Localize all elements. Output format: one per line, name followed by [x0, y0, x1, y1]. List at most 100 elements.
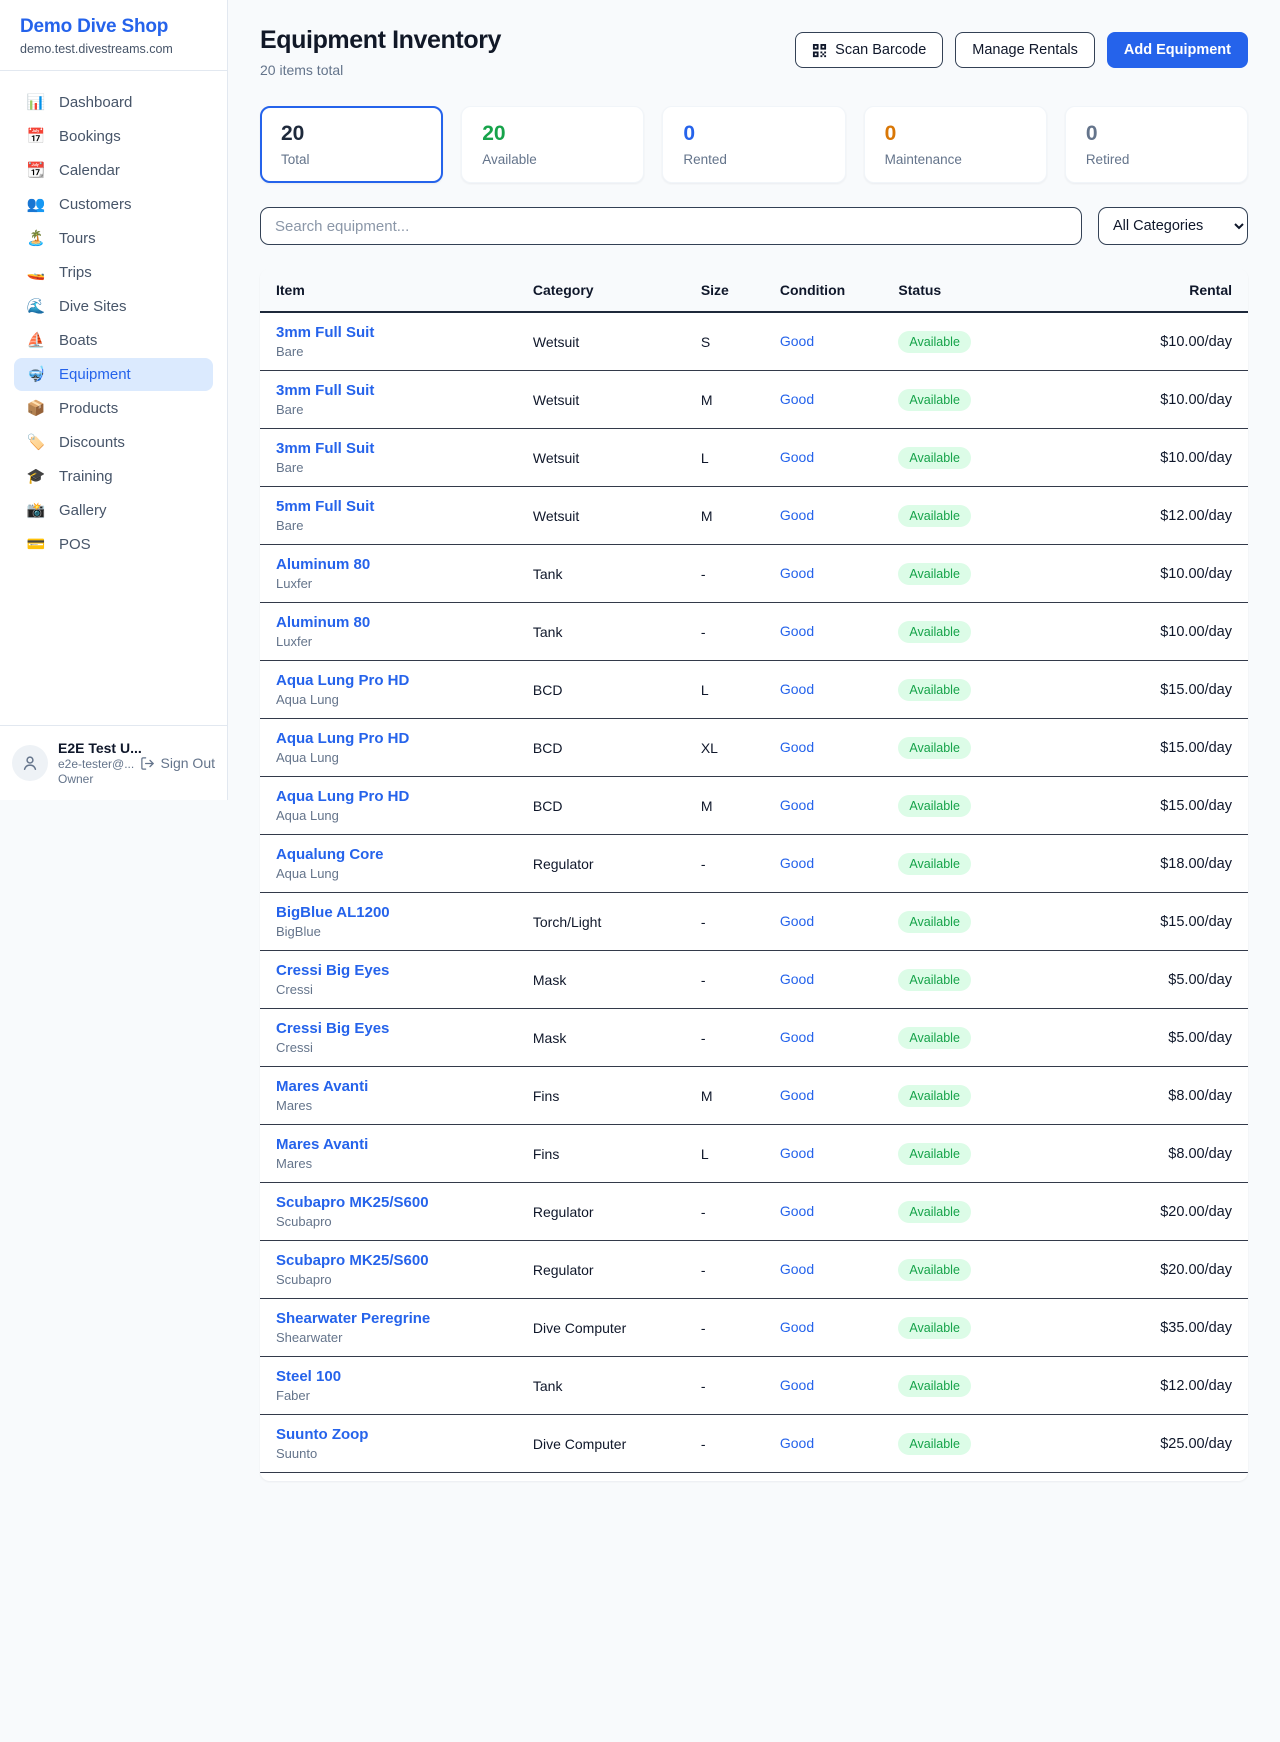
- equipment-item-link[interactable]: 5mm Full Suit: [276, 498, 501, 515]
- equipment-category: Mask: [517, 951, 685, 1009]
- equipment-item-link[interactable]: Aqua Lung Pro HD: [276, 788, 501, 805]
- items-total-count: 20 items total: [260, 62, 501, 78]
- equipment-item-link[interactable]: Scubapro MK25/S600: [276, 1194, 501, 1211]
- column-header-category: Category: [517, 269, 685, 312]
- dive-sites-icon: 🌊: [26, 299, 46, 314]
- equipment-condition-link[interactable]: Good: [780, 797, 814, 813]
- equipment-item-link[interactable]: Cressi Big Eyes: [276, 1020, 501, 1037]
- equipment-item-link[interactable]: Aqua Lung Pro HD: [276, 672, 501, 689]
- equipment-condition-link[interactable]: Good: [780, 1087, 814, 1103]
- equipment-row: 3mm Full Suit Bare Wetsuit S Good Availa…: [260, 312, 1248, 371]
- equipment-rental-rate: $15.00/day: [1080, 661, 1248, 719]
- equipment-item-link[interactable]: Steel 100: [276, 1368, 501, 1385]
- equipment-item-link[interactable]: 3mm Full Suit: [276, 382, 501, 399]
- equipment-item-link[interactable]: Mares Avanti: [276, 1078, 501, 1095]
- stat-card[interactable]: 0 Maintenance: [864, 106, 1047, 183]
- trips-icon: 🚤: [26, 265, 46, 280]
- stat-card[interactable]: 0 Retired: [1065, 106, 1248, 183]
- equipment-item-link[interactable]: 3mm Full Suit: [276, 440, 501, 457]
- status-badge: Available: [898, 969, 971, 991]
- equipment-condition-link[interactable]: Good: [780, 1029, 814, 1045]
- page-title: Equipment Inventory: [260, 26, 501, 55]
- equipment-item-brand: Bare: [276, 460, 501, 475]
- equipment-condition-link[interactable]: Good: [780, 623, 814, 639]
- sidebar-item[interactable]: 🎓 Training: [14, 460, 213, 493]
- equipment-rental-rate: $10.00/day: [1080, 312, 1248, 371]
- sidebar-item[interactable]: 💳 POS: [14, 528, 213, 561]
- equipment-condition-link[interactable]: Good: [780, 1319, 814, 1335]
- equipment-condition-link[interactable]: Good: [780, 739, 814, 755]
- equipment-item-link[interactable]: Aqualung Core: [276, 846, 501, 863]
- equipment-rental-rate: $10.00/day: [1080, 371, 1248, 429]
- sidebar-item[interactable]: 📸 Gallery: [14, 494, 213, 527]
- status-badge: Available: [898, 1259, 971, 1281]
- equipment-condition-link[interactable]: Good: [780, 1145, 814, 1161]
- equipment-item-link[interactable]: Aqua Lung Pro HD: [276, 730, 501, 747]
- equipment-item-link[interactable]: Cressi Big Eyes: [276, 962, 501, 979]
- equipment-item-link[interactable]: Scubapro MK25/S600: [276, 1252, 501, 1269]
- equipment-rental-rate: $20.00/day: [1080, 1183, 1248, 1241]
- equipment-condition-link[interactable]: Good: [780, 391, 814, 407]
- sidebar-item[interactable]: 🏷️ Discounts: [14, 426, 213, 459]
- equipment-item-link[interactable]: Suunto Zoop: [276, 1426, 501, 1443]
- stat-card[interactable]: 20 Total: [260, 106, 443, 183]
- stat-label: Available: [482, 152, 623, 167]
- sidebar-item[interactable]: 🚤 Trips: [14, 256, 213, 289]
- sidebar-item[interactable]: 📊 Dashboard: [14, 86, 213, 119]
- equipment-row: 3mm Full Suit Bare Wetsuit M Good Availa…: [260, 371, 1248, 429]
- sidebar-item-label: Dive Sites: [59, 298, 127, 315]
- equipment-item-brand: Cressi: [276, 1040, 501, 1055]
- equipment-item-link[interactable]: Aluminum 80: [276, 556, 501, 573]
- equipment-condition-link[interactable]: Good: [780, 333, 814, 349]
- equipment-condition-link[interactable]: Good: [780, 507, 814, 523]
- equipment-item-link[interactable]: BigBlue AL1200: [276, 904, 501, 921]
- equipment-item-link[interactable]: Shearwater Peregrine: [276, 1310, 501, 1327]
- equipment-condition-link[interactable]: Good: [780, 1261, 814, 1277]
- sidebar-item[interactable]: 📆 Calendar: [14, 154, 213, 187]
- equipment-condition-link[interactable]: Good: [780, 855, 814, 871]
- equipment-item-brand: Bare: [276, 518, 501, 533]
- equipment-condition-link[interactable]: Good: [780, 449, 814, 465]
- sign-out-button[interactable]: Sign Out: [140, 755, 215, 771]
- stat-value: 20: [281, 122, 422, 146]
- equipment-row: Aluminum 80 Luxfer Tank - Good Available…: [260, 603, 1248, 661]
- scan-barcode-button[interactable]: Scan Barcode: [795, 32, 943, 68]
- sidebar-item[interactable]: 👥 Customers: [14, 188, 213, 221]
- equipment-condition-link[interactable]: Good: [780, 1203, 814, 1219]
- tours-icon: 🏝️: [26, 231, 46, 246]
- manage-rentals-button[interactable]: Manage Rentals: [955, 32, 1095, 68]
- equipment-row: Scubapro MK25/S600 Scubapro Regulator - …: [260, 1183, 1248, 1241]
- sidebar-item[interactable]: 📅 Bookings: [14, 120, 213, 153]
- add-equipment-button[interactable]: Add Equipment: [1107, 32, 1248, 68]
- equipment-row: Scubapro MK25/S600 Scubapro Regulator - …: [260, 1241, 1248, 1299]
- calendar-icon: 📆: [26, 163, 46, 178]
- sidebar-item[interactable]: 🤿 Equipment: [14, 358, 213, 391]
- equipment-condition-link[interactable]: Good: [780, 565, 814, 581]
- sidebar-item[interactable]: ⛵ Boats: [14, 324, 213, 357]
- table-header-row: Item Category Size Condition Status Rent…: [260, 269, 1248, 312]
- stat-card[interactable]: 0 Rented: [662, 106, 845, 183]
- brand-title[interactable]: Demo Dive Shop: [20, 16, 207, 38]
- equipment-item-link[interactable]: Aluminum 80: [276, 614, 501, 631]
- avatar: [12, 745, 48, 781]
- sidebar-item[interactable]: 🏝️ Tours: [14, 222, 213, 255]
- search-input[interactable]: [260, 207, 1082, 245]
- equipment-condition-link[interactable]: Good: [780, 1435, 814, 1451]
- sidebar-item-label: Training: [59, 468, 113, 485]
- page-header: Equipment Inventory 20 items total Scan …: [260, 26, 1248, 78]
- equipment-table: Item Category Size Condition Status Rent…: [260, 269, 1248, 1473]
- equipment-item-brand: Bare: [276, 402, 501, 417]
- equipment-condition-link[interactable]: Good: [780, 913, 814, 929]
- stat-card[interactable]: 20 Available: [461, 106, 644, 183]
- equipment-item-brand: Faber: [276, 1388, 501, 1403]
- equipment-condition-link[interactable]: Good: [780, 971, 814, 987]
- sidebar-item[interactable]: 📦 Products: [14, 392, 213, 425]
- equipment-condition-link[interactable]: Good: [780, 681, 814, 697]
- equipment-condition-link[interactable]: Good: [780, 1377, 814, 1393]
- category-select[interactable]: All Categories: [1098, 207, 1248, 245]
- sidebar-item[interactable]: 🌊 Dive Sites: [14, 290, 213, 323]
- pos-icon: 💳: [26, 537, 46, 552]
- equipment-item-link[interactable]: Mares Avanti: [276, 1136, 501, 1153]
- equipment-item-link[interactable]: 3mm Full Suit: [276, 324, 501, 341]
- column-header-item: Item: [260, 269, 517, 312]
